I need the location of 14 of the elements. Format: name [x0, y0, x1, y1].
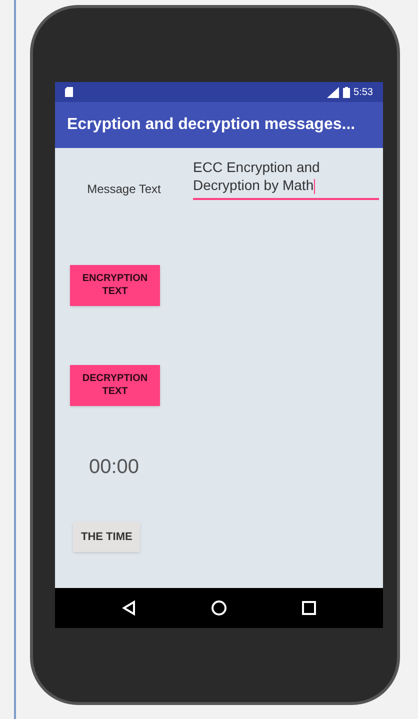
sd-card-icon [65, 87, 73, 97]
time-button[interactable]: THE TIME [73, 522, 140, 552]
home-icon[interactable] [210, 600, 227, 616]
action-button[interactable]: ENCRYPTION TEXT [70, 265, 160, 306]
message-input-field[interactable]: ECC Encryption and Decryption by Math [193, 158, 379, 200]
action-button[interactable]: DECRYPTION TEXT [70, 365, 160, 406]
status-time: 5:53 [354, 86, 373, 100]
message-label: Message Text [86, 181, 162, 198]
back-icon[interactable] [122, 600, 136, 616]
recents-icon[interactable] [302, 601, 316, 615]
app-title: Ecryption and decryption messages... [67, 115, 356, 135]
timer-text: 00:00 [89, 455, 140, 480]
signal-icon [326, 86, 339, 98]
battery-icon [342, 86, 350, 98]
